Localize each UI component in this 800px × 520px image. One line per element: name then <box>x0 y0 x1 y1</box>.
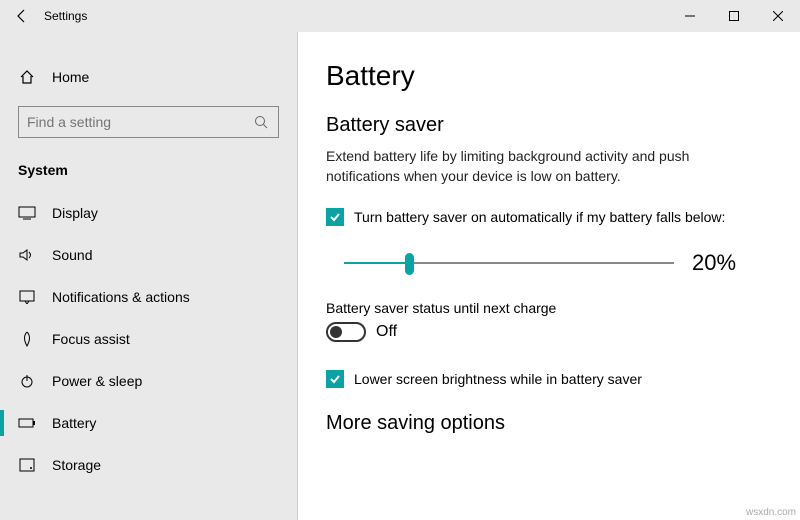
status-toggle[interactable] <box>326 322 366 342</box>
brightness-checkbox[interactable] <box>326 370 344 388</box>
auto-on-checkbox[interactable] <box>326 208 344 226</box>
display-icon <box>18 204 36 222</box>
toggle-knob <box>330 326 342 338</box>
sidebar: Home System Display Sound Notifications … <box>0 32 298 520</box>
back-button[interactable] <box>0 0 44 32</box>
section-battery-saver-title: Battery saver <box>326 114 772 137</box>
sidebar-item-label: Notifications & actions <box>52 289 190 305</box>
search-icon <box>252 113 270 131</box>
sidebar-item-power[interactable]: Power & sleep <box>0 360 297 402</box>
sidebar-item-storage[interactable]: Storage <box>0 444 297 486</box>
auto-on-label: Turn battery saver on automatically if m… <box>354 209 725 225</box>
status-label: Battery saver status until next charge <box>326 300 772 316</box>
section-battery-saver-desc: Extend battery life by limiting backgrou… <box>326 147 736 186</box>
sidebar-home[interactable]: Home <box>0 62 297 92</box>
window-title: Settings <box>44 9 87 23</box>
battery-icon <box>18 414 36 432</box>
watermark: wsxdn.com <box>746 507 796 518</box>
sidebar-item-label: Battery <box>52 415 96 431</box>
close-button[interactable] <box>756 0 800 32</box>
brightness-row[interactable]: Lower screen brightness while in battery… <box>326 370 772 388</box>
sidebar-item-battery[interactable]: Battery <box>0 402 297 444</box>
threshold-slider[interactable] <box>344 251 674 275</box>
sidebar-item-sound[interactable]: Sound <box>0 234 297 276</box>
auto-on-row[interactable]: Turn battery saver on automatically if m… <box>326 208 772 226</box>
focus-icon <box>18 330 36 348</box>
section-more-options-title: More saving options <box>326 412 772 435</box>
minimize-icon <box>685 11 695 21</box>
main-content: Battery Battery saver Extend battery lif… <box>298 32 800 520</box>
sidebar-item-display[interactable]: Display <box>0 192 297 234</box>
close-icon <box>773 11 783 21</box>
brightness-label: Lower screen brightness while in battery… <box>354 371 642 387</box>
sidebar-item-label: Focus assist <box>52 331 130 347</box>
sidebar-category: System <box>0 156 297 192</box>
home-icon <box>18 68 36 86</box>
status-value: Off <box>376 323 397 341</box>
storage-icon <box>18 456 36 474</box>
sidebar-item-label: Power & sleep <box>52 373 142 389</box>
power-icon <box>18 372 36 390</box>
maximize-icon <box>729 11 739 21</box>
minimize-button[interactable] <box>668 0 712 32</box>
search-box[interactable] <box>18 106 279 138</box>
sound-icon <box>18 246 36 264</box>
sidebar-home-label: Home <box>52 69 89 85</box>
check-icon <box>329 373 341 385</box>
sidebar-item-notifications[interactable]: Notifications & actions <box>0 276 297 318</box>
sidebar-item-label: Sound <box>52 247 92 263</box>
sidebar-item-label: Display <box>52 205 98 221</box>
arrow-left-icon <box>15 9 29 23</box>
notifications-icon <box>18 288 36 306</box>
page-title: Battery <box>326 60 772 92</box>
sidebar-item-focus[interactable]: Focus assist <box>0 318 297 360</box>
slider-track-fill <box>344 262 410 264</box>
sidebar-item-label: Storage <box>52 457 101 473</box>
search-input[interactable] <box>27 114 247 130</box>
maximize-button[interactable] <box>712 0 756 32</box>
slider-thumb[interactable] <box>405 253 414 275</box>
check-icon <box>329 211 341 223</box>
threshold-value: 20% <box>692 250 736 276</box>
